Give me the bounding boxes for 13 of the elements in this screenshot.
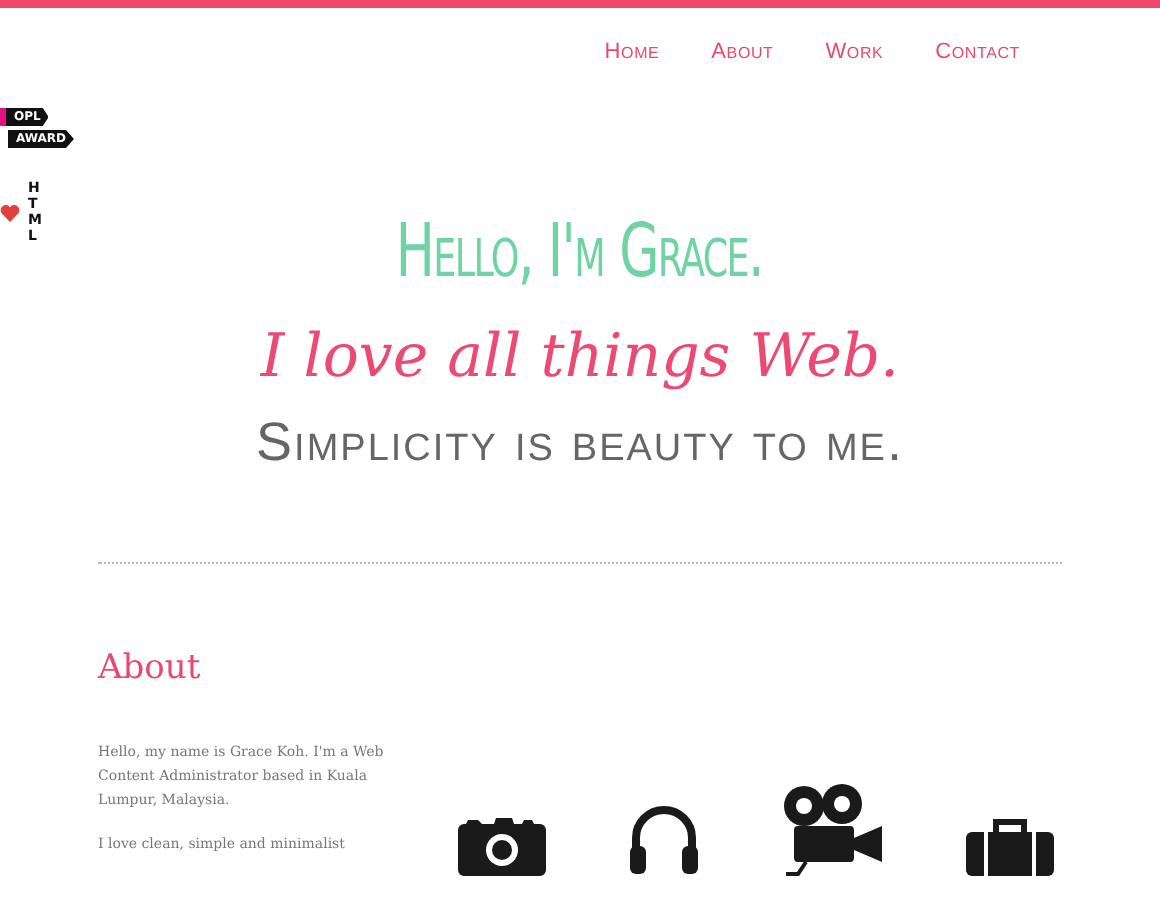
heart-icon (0, 203, 20, 221)
headphones-icon (626, 800, 702, 876)
nav-link[interactable]: Home (604, 40, 660, 80)
greeting-heading: Hello, I'm Grace. (396, 208, 764, 294)
briefcase-icon (966, 816, 1054, 876)
film-camera-icon (782, 784, 886, 876)
about-heading: About (98, 648, 203, 688)
tagline: I love all things Web. (260, 322, 900, 392)
nav-link[interactable]: Contact (935, 40, 1020, 80)
motto: Simplicity is beauty to me. (256, 412, 904, 474)
nav-link[interactable]: Work (825, 40, 884, 80)
nav-link[interactable]: About (711, 40, 774, 80)
camera-icon (458, 816, 546, 876)
